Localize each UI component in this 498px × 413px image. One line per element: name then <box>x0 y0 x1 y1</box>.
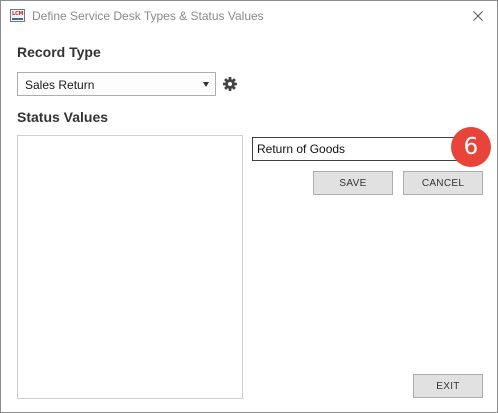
chevron-down-icon <box>203 82 209 87</box>
app-icon-bar <box>12 18 23 20</box>
save-button[interactable]: SAVE <box>313 171 393 195</box>
record-type-select[interactable]: Sales Return <box>17 72 216 96</box>
app-icon: LCM <box>10 9 25 22</box>
title-bar: LCM Define Service Desk Types & Status V… <box>1 1 497 33</box>
step-badge: 6 <box>451 127 491 167</box>
record-type-label: Record Type <box>17 44 101 60</box>
dialog-window: LCM Define Service Desk Types & Status V… <box>0 0 498 413</box>
status-values-label: Status Values <box>17 109 109 125</box>
record-type-value: Sales Return <box>25 78 95 92</box>
gear-icon[interactable] <box>223 77 237 91</box>
window-title: Define Service Desk Types & Status Value… <box>32 9 264 23</box>
close-button[interactable] <box>465 5 491 27</box>
cancel-button[interactable]: CANCEL <box>403 171 483 195</box>
app-icon-text: LCM <box>12 11 24 17</box>
status-values-list[interactable] <box>17 135 243 399</box>
close-icon <box>473 11 483 21</box>
status-value-input[interactable] <box>252 137 482 161</box>
exit-button[interactable]: EXIT <box>413 374 483 398</box>
